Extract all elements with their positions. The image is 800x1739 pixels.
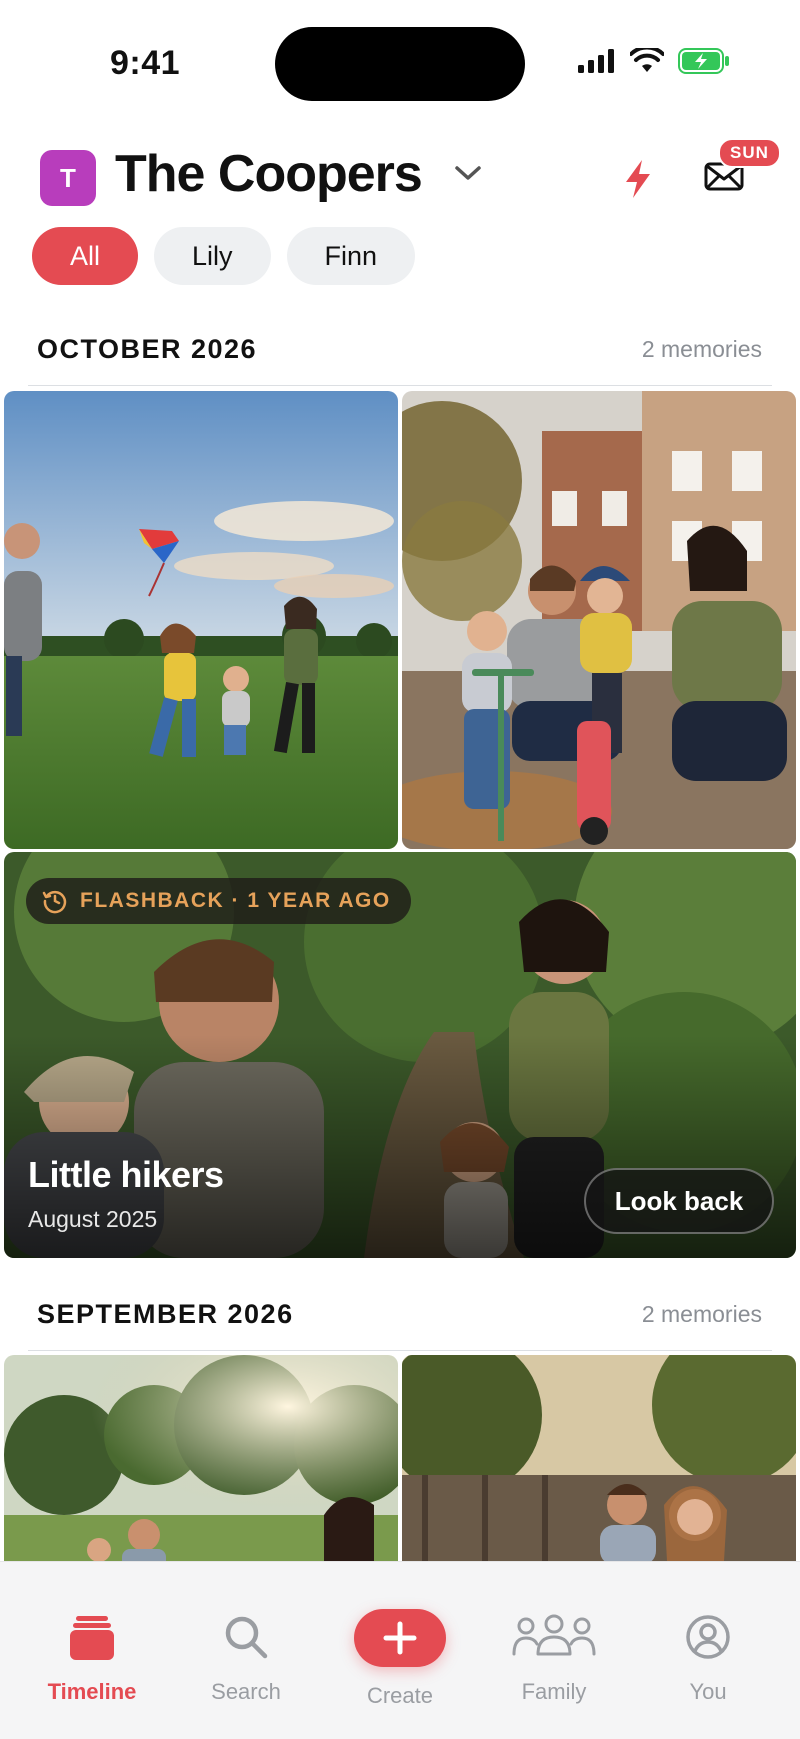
photo-garden[interactable]	[402, 1355, 796, 1561]
photo-sunny-park[interactable]	[4, 1355, 398, 1561]
plus-icon	[383, 1621, 417, 1655]
profile-icon	[686, 1615, 730, 1659]
filter-chip-finn[interactable]: Finn	[286, 227, 416, 285]
family-name-title[interactable]: The Coopers	[115, 144, 423, 204]
status-bar: 9:41	[0, 0, 800, 130]
photo-scooter-street-image	[402, 391, 796, 849]
flashback-title: Little hikers	[28, 1154, 224, 1195]
tab-search[interactable]: Search	[166, 1562, 326, 1739]
section-title: OCTOBER 2026	[37, 334, 258, 364]
photo-garden-image	[402, 1355, 796, 1561]
timeline-icon	[70, 1616, 114, 1660]
status-icons	[578, 48, 730, 74]
mail-badge: SUN	[718, 138, 781, 168]
section-count: 2 memories	[641, 336, 762, 362]
family-icon	[512, 1614, 596, 1656]
photo-kite-field[interactable]	[4, 391, 398, 849]
status-time: 9:41	[110, 44, 181, 82]
look-back-button[interactable]: Look back	[584, 1168, 774, 1234]
header: T The Coopers SUN	[0, 138, 800, 220]
tab-you[interactable]: You	[628, 1562, 788, 1739]
tab-label: You	[689, 1679, 727, 1704]
bolt-icon[interactable]	[622, 158, 654, 200]
battery-charging-icon	[678, 48, 729, 74]
tab-create[interactable]: Create	[320, 1562, 480, 1739]
dynamic-island	[275, 27, 525, 101]
cellular-signal-icon	[578, 49, 614, 73]
photo-kite-field-image	[4, 391, 398, 849]
flashback-card[interactable]: FLASHBACK · 1 YEAR AGO Little hikers Aug…	[4, 852, 796, 1258]
history-clock-icon	[42, 890, 67, 914]
section-count: 2 memories	[641, 1301, 762, 1327]
wifi-icon	[630, 48, 664, 72]
filter-chip-all[interactable]: All	[32, 227, 139, 285]
flashback-badge: FLASHBACK · 1 YEAR AGO	[26, 878, 411, 924]
tab-label: Timeline	[47, 1679, 137, 1704]
search-icon	[225, 1616, 268, 1659]
section-header-october: OCTOBER 2026 2 memories	[0, 318, 800, 378]
section-header-september: SEPTEMBER 2026 2 memories	[0, 1283, 800, 1343]
photo-scooter-street[interactable]	[402, 391, 796, 849]
photo-sunny-park-image	[4, 1355, 398, 1561]
tab-label: Create	[366, 1683, 434, 1708]
create-button[interactable]	[354, 1609, 446, 1667]
divider	[28, 385, 772, 386]
flashback-badge-label: FLASHBACK · 1 YEAR AGO	[80, 889, 391, 912]
filter-chip-lily[interactable]: Lily	[154, 227, 271, 285]
filter-chips: All Lily Finn	[32, 227, 416, 285]
flashback-subtitle: August 2025	[28, 1206, 158, 1232]
tab-bar: Timeline Search Create Family You	[0, 1561, 800, 1739]
section-title: SEPTEMBER 2026	[37, 1299, 294, 1329]
tab-timeline[interactable]: Timeline	[12, 1562, 172, 1739]
tab-family[interactable]: Family	[474, 1562, 634, 1739]
tab-label: Search	[211, 1679, 281, 1704]
chevron-down-icon[interactable]	[452, 162, 484, 184]
family-avatar[interactable]: T	[40, 150, 96, 206]
divider	[28, 1350, 772, 1351]
tab-label: Family	[521, 1679, 587, 1704]
